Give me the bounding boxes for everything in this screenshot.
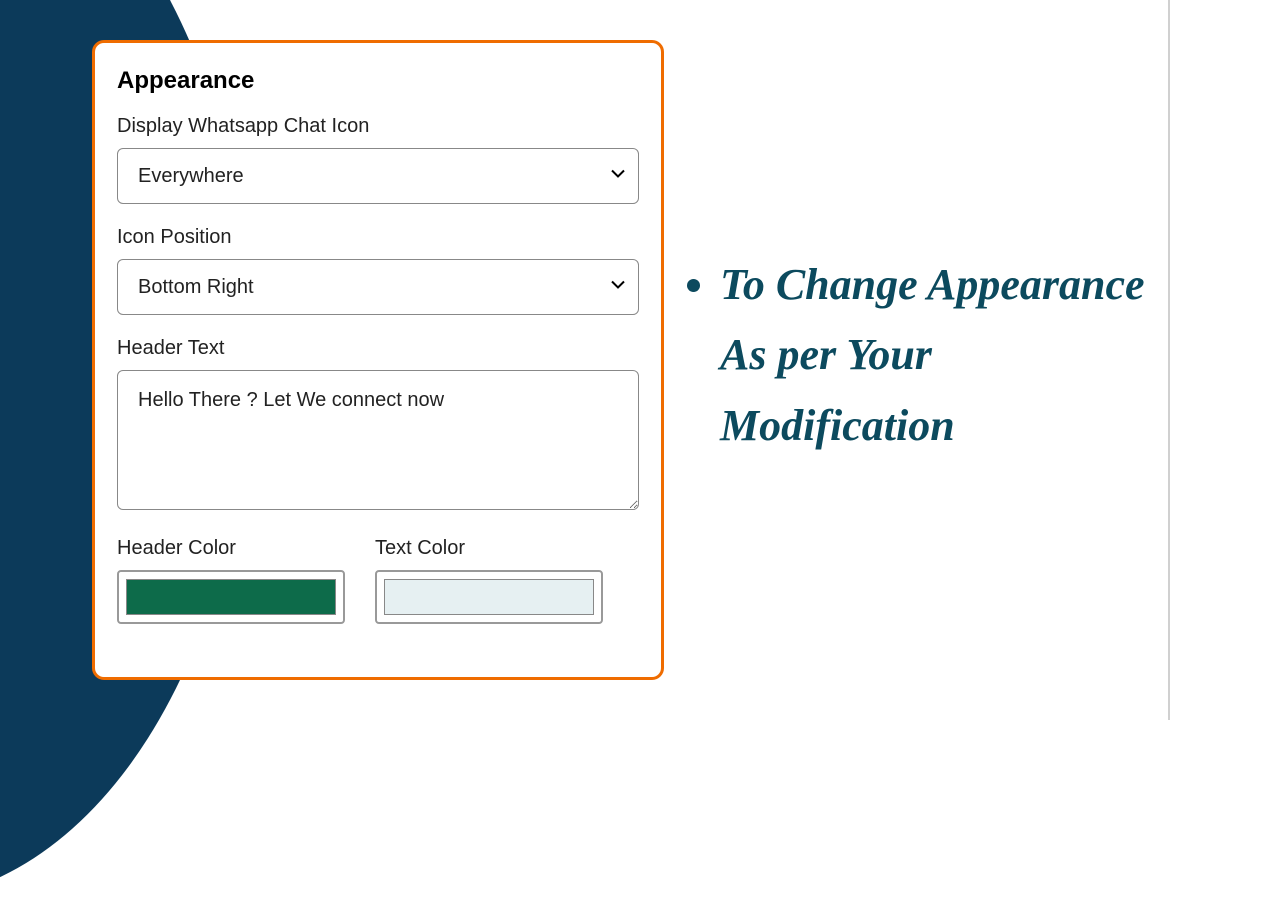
icon-position-select-wrap: Bottom Right	[117, 259, 639, 315]
text-color-picker[interactable]	[375, 570, 603, 624]
icon-position-label: Icon Position	[117, 226, 639, 249]
display-icon-select-wrap: Everywhere	[117, 148, 639, 204]
header-text-label: Header Text	[117, 337, 639, 360]
appearance-panel: Appearance Display Whatsapp Chat Icon Ev…	[92, 40, 664, 680]
vertical-divider	[1168, 0, 1170, 720]
icon-position-select[interactable]: Bottom Right	[117, 259, 639, 315]
callout-region: To Change Appearance As per Your Modific…	[680, 250, 1160, 461]
display-icon-label: Display Whatsapp Chat Icon	[117, 115, 639, 138]
text-color-group: Text Color	[375, 537, 603, 624]
text-color-label: Text Color	[375, 537, 603, 560]
header-color-swatch	[126, 579, 336, 615]
display-icon-select[interactable]: Everywhere	[117, 148, 639, 204]
header-color-group: Header Color	[117, 537, 345, 624]
panel-title: Appearance	[117, 67, 639, 95]
callout-text: To Change Appearance As per Your Modific…	[720, 250, 1160, 461]
header-text-input[interactable]	[117, 370, 639, 510]
header-color-picker[interactable]	[117, 570, 345, 624]
header-color-label: Header Color	[117, 537, 345, 560]
color-row: Header Color Text Color	[117, 537, 639, 624]
text-color-swatch	[384, 579, 594, 615]
callout-list: To Change Appearance As per Your Modific…	[680, 250, 1160, 461]
